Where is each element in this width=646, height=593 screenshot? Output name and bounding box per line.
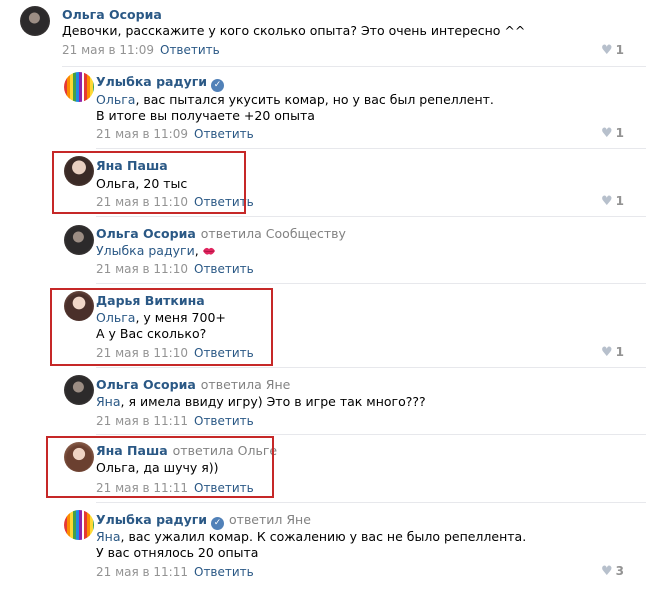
divider: [96, 367, 646, 368]
heart-icon: ♥: [600, 564, 613, 579]
reply-to-label[interactable]: ответила Сообществу: [201, 226, 346, 241]
like-count: 1: [615, 345, 624, 359]
divider: [62, 66, 646, 67]
author-name[interactable]: Ольга Осориа: [96, 226, 196, 241]
comment-meta: 21 мая в 11:09 Ответить: [96, 127, 254, 141]
comment-author[interactable]: Ольга Осориа ответила Сообществу: [96, 226, 346, 241]
kiss-lips-icon: [202, 247, 215, 255]
heart-icon: ♥: [600, 43, 613, 58]
avatar[interactable]: [64, 72, 94, 102]
like-button[interactable]: ♥ 1: [601, 345, 624, 360]
comment-date[interactable]: 21 мая в 11:11: [96, 565, 188, 579]
like-button[interactable]: ♥ 1: [601, 43, 624, 58]
highlight-box: [50, 288, 273, 366]
highlight-box: [46, 436, 274, 498]
mention-link[interactable]: Яна: [96, 394, 121, 409]
heart-icon: ♥: [600, 126, 613, 141]
author-name[interactable]: Ольга Осориа: [96, 377, 196, 392]
divider: [96, 502, 646, 503]
like-count: 1: [615, 43, 624, 57]
comment-text: Яна, я имела ввиду игру) Это в игре так …: [96, 394, 426, 410]
divider: [96, 434, 646, 435]
author-name[interactable]: Улыбка радуги: [96, 74, 207, 89]
comment-author[interactable]: Ольга Осориа: [62, 7, 162, 22]
like-button[interactable]: ♥ 3: [601, 564, 624, 579]
comment-text: Девочки, расскажите у кого сколько опыта…: [62, 23, 526, 38]
like-button[interactable]: ♥ 1: [601, 126, 624, 141]
highlight-box: [52, 151, 246, 214]
author-name[interactable]: Улыбка радуги: [96, 512, 207, 527]
reply-button[interactable]: Ответить: [194, 262, 254, 276]
comment-meta: 21 мая в 11:09 Ответить: [62, 43, 220, 57]
comment-meta: 21 мая в 11:11 Ответить: [96, 414, 254, 428]
reply-button[interactable]: Ответить: [194, 565, 254, 579]
comment-author[interactable]: Ольга Осориа ответила Яне: [96, 377, 290, 392]
comment-author[interactable]: Улыбка радуги ✓: [96, 74, 225, 92]
mention-link[interactable]: Яна: [96, 529, 121, 544]
avatar[interactable]: [64, 225, 94, 255]
like-button[interactable]: ♥ 1: [601, 194, 624, 209]
reply-button[interactable]: Ответить: [160, 43, 220, 57]
reply-button[interactable]: Ответить: [194, 127, 254, 141]
heart-icon: ♥: [600, 194, 613, 209]
text-line: , вас пытался укусить комар, но у вас бы…: [135, 92, 494, 107]
comment-text-line-2: В итоге вы получаете +20 опыта: [96, 108, 315, 123]
comment-author[interactable]: Улыбка радуги ✓ ответил Яне: [96, 512, 311, 530]
comment-meta: 21 мая в 11:10 Ответить: [96, 262, 254, 276]
comment-meta: 21 мая в 11:11 Ответить: [96, 565, 254, 579]
avatar[interactable]: [64, 510, 94, 540]
comment-text: Улыбка радуги,: [96, 243, 216, 259]
avatar[interactable]: [64, 375, 94, 405]
heart-icon: ♥: [600, 345, 613, 360]
divider: [96, 283, 646, 284]
comment-date[interactable]: 21 мая в 11:10: [96, 262, 188, 276]
mention-link[interactable]: Улыбка радуги: [96, 243, 195, 258]
reply-to-label[interactable]: ответил Яне: [229, 512, 311, 527]
like-count: 1: [615, 126, 624, 140]
reply-to-label[interactable]: ответила Яне: [201, 377, 291, 392]
text-line: , я имела ввиду игру) Это в игре так мно…: [120, 394, 426, 409]
comment-date[interactable]: 21 мая в 11:11: [96, 414, 188, 428]
comment-text: Ольга, вас пытался укусить комар, но у в…: [96, 92, 494, 108]
comment-date[interactable]: 21 мая в 11:09: [96, 127, 188, 141]
text-punct: ,: [194, 243, 199, 258]
comment-text-line-2: У вас отнялось 20 опыта: [96, 545, 259, 560]
like-count: 3: [615, 564, 624, 578]
mention-link[interactable]: Ольга: [96, 92, 135, 107]
like-count: 1: [615, 194, 624, 208]
text-line: , вас ужалил комар. К сожалению у вас не…: [120, 529, 527, 544]
avatar[interactable]: [20, 6, 50, 36]
divider: [96, 216, 646, 217]
comment-date[interactable]: 21 мая в 11:09: [62, 43, 154, 57]
reply-button[interactable]: Ответить: [194, 414, 254, 428]
comment-text: Яна, вас ужалил комар. К сожалению у вас…: [96, 529, 526, 545]
verified-check-icon: ✓: [211, 79, 225, 92]
divider: [96, 148, 646, 149]
